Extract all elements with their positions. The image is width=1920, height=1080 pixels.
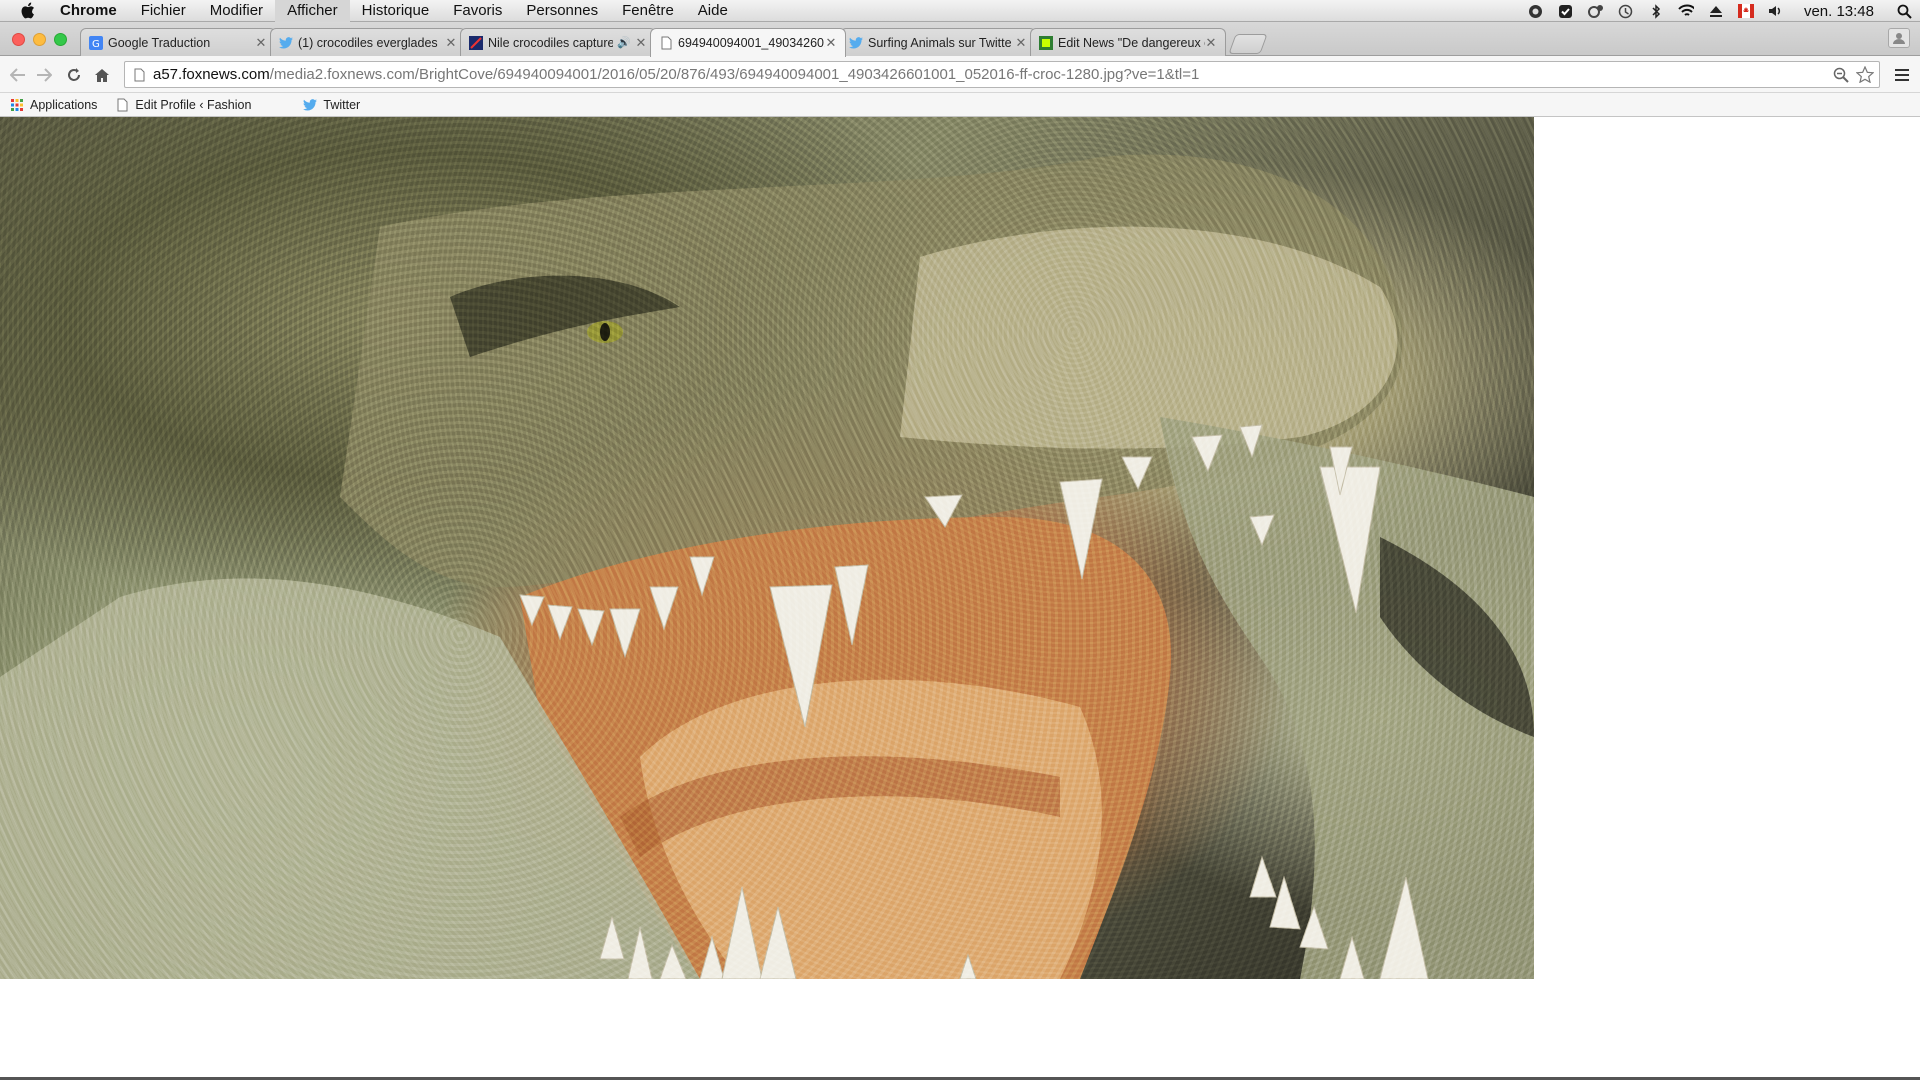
home-icon[interactable] [92,65,112,85]
wifi-icon[interactable] [1678,3,1694,19]
bookmark-label: Twitter [323,97,361,112]
tab-close-icon[interactable]: ✕ [255,35,267,51]
tab-close-icon[interactable]: ✕ [1205,35,1217,51]
tab-google-traduction[interactable]: G Google Traduction ✕ [80,28,276,56]
sync-gear-icon[interactable] [1587,3,1604,19]
tab-title: Edit News "De dangereux c [1058,35,1205,50]
forward-arrow-icon[interactable] [34,65,54,85]
window-controls [12,33,67,46]
tab-current-image[interactable]: 694940094001_490342601 ✕ [650,28,846,57]
bookmark-label: Applications [30,97,98,112]
hamburger-menu-icon[interactable] [1892,65,1912,85]
spotlight-search-icon[interactable] [1896,3,1912,19]
page-icon [115,98,129,112]
status-area: ven. 13:48 [1528,0,1912,22]
tab-title: (1) crocodiles everglades [298,35,438,50]
extension-icon[interactable] [1528,3,1544,19]
url-path: /media2.foxnews.com/BrightCove/694940094… [269,66,1200,83]
twitter-bird-icon [849,36,863,50]
tab-surfing-animals[interactable]: Surfing Animals sur Twitte ✕ [840,28,1036,56]
twitter-bird-icon [303,98,318,112]
tabs: G Google Traduction ✕ (1) crocodiles eve… [80,28,1268,57]
window-minimize-button[interactable] [33,33,46,46]
tab-title: 694940094001_490342601 [678,36,825,50]
menubar-clock[interactable]: ven. 13:48 [1804,3,1874,20]
bluetooth-icon[interactable] [1648,3,1664,19]
site-icon [1039,35,1053,50]
tab-title: Surfing Animals sur Twitte [868,35,1012,50]
time-machine-icon[interactable] [1618,3,1634,19]
apple-menu-icon[interactable] [16,0,38,22]
bookmark-star-icon[interactable] [1855,65,1875,85]
checkmark-shield-icon[interactable] [1558,3,1574,19]
window-zoom-button[interactable] [54,33,67,46]
menu-aide[interactable]: Aide [686,0,740,22]
tab-title: Google Traduction [108,35,211,50]
tab-nile-crocodiles[interactable]: Nile crocodiles capture 🔊 ✕ [460,28,656,56]
tab-title: Nile crocodiles capture [488,35,614,50]
zoom-magnifier-icon[interactable] [1831,65,1851,85]
news-icon [469,35,483,50]
google-translate-icon: G [89,35,103,50]
page-icon[interactable] [131,68,147,82]
tab-crocodiles-everglades[interactable]: (1) crocodiles everglades ✕ [270,28,466,56]
tab-strip: G Google Traduction ✕ (1) crocodiles eve… [0,22,1920,57]
page-icon [659,36,673,50]
menu-personnes[interactable]: Personnes [514,0,610,22]
crocodile-photo [0,117,1534,979]
menu-fichier[interactable]: Fichier [129,0,198,22]
crocodile-illustration [0,154,1534,979]
window-close-button[interactable] [12,33,25,46]
twitter-bird-icon [279,36,293,50]
bookmark-edit-profile[interactable]: Edit Profile ‹ Fashion [115,98,285,112]
canada-flag-icon[interactable] [1737,3,1754,19]
svg-text:G: G [92,39,100,50]
macos-menubar: Chrome Fichier Modifier Afficher Histori… [0,0,1920,22]
apps-grid-icon [10,98,24,112]
menu-afficher[interactable]: Afficher [275,0,350,22]
eject-icon[interactable] [1708,3,1724,19]
url-host: a57.foxnews.com [153,66,270,83]
menu-historique[interactable]: Historique [350,0,442,22]
bookmarks-bar: Applications Edit Profile ‹ Fashion Twit… [0,93,1920,117]
bookmark-label: Edit Profile ‹ Fashion [135,97,252,112]
menu-favoris[interactable]: Favoris [441,0,514,22]
menu-app-name[interactable]: Chrome [56,0,129,22]
back-arrow-icon[interactable] [8,65,28,85]
browser-toolbar: a57.foxnews.com/media2.foxnews.com/Brigh… [0,56,1920,93]
url-text[interactable]: a57.foxnews.com/media2.foxnews.com/Brigh… [153,66,1831,83]
tab-close-icon[interactable]: ✕ [635,35,647,51]
menu-fenetre[interactable]: Fenêtre [610,0,686,22]
volume-icon[interactable] [1768,3,1784,19]
address-bar[interactable]: a57.foxnews.com/media2.foxnews.com/Brigh… [124,61,1880,88]
new-tab-button[interactable] [1228,34,1268,54]
bookmark-applications[interactable]: Applications [10,98,97,112]
tab-close-icon[interactable]: ✕ [825,35,837,51]
tab-close-icon[interactable]: ✕ [445,35,457,51]
menu-modifier[interactable]: Modifier [198,0,275,22]
page-content [0,117,1920,1080]
tab-close-icon[interactable]: ✕ [1015,35,1027,51]
reload-icon[interactable] [64,65,84,85]
tab-audio-icon[interactable]: 🔊 [617,36,631,49]
bookmark-twitter[interactable]: Twitter [303,98,360,112]
profile-icon[interactable] [1888,28,1910,48]
tab-edit-news[interactable]: Edit News "De dangereux c ✕ [1030,28,1226,56]
